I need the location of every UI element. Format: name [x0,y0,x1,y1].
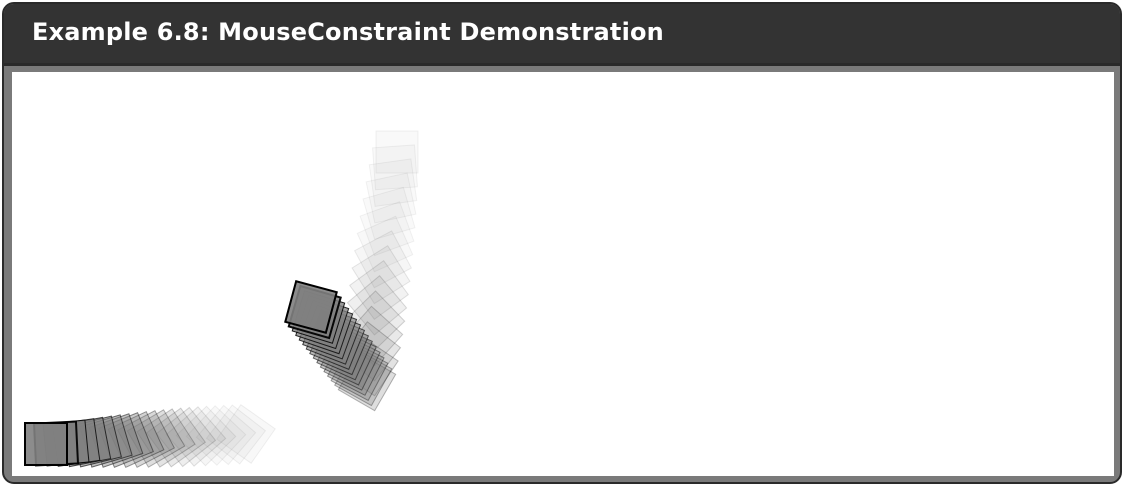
sketch-window: Example 6.8: MouseConstraint Demonstrati… [2,2,1122,484]
window-titlebar: Example 6.8: MouseConstraint Demonstrati… [4,4,1120,66]
bottom-box [24,422,68,466]
sketch-canvas[interactable] [12,72,1114,476]
window-title: Example 6.8: MouseConstraint Demonstrati… [32,18,664,46]
physics-scene[interactable] [12,72,1114,476]
